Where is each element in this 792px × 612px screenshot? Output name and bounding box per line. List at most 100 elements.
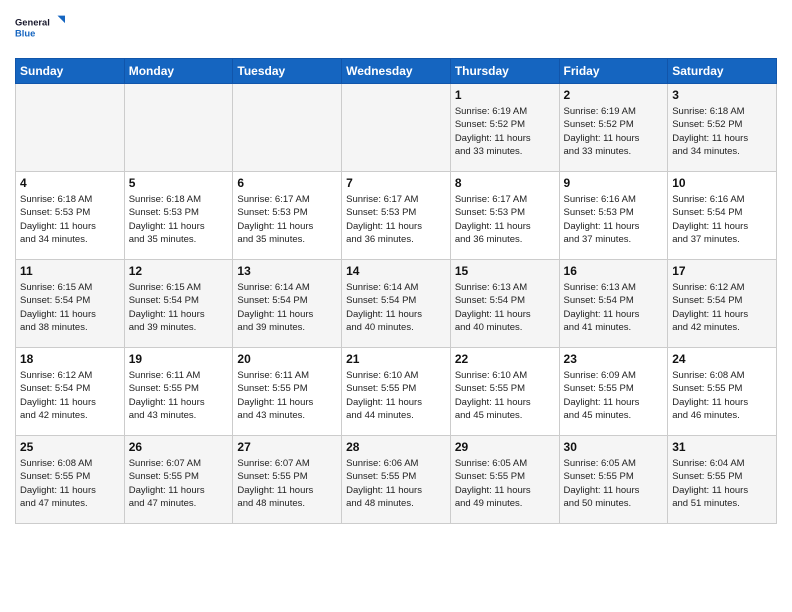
calendar-cell xyxy=(233,84,342,172)
calendar-cell: 19Sunrise: 6:11 AMSunset: 5:55 PMDayligh… xyxy=(124,348,233,436)
calendar-cell: 5Sunrise: 6:18 AMSunset: 5:53 PMDaylight… xyxy=(124,172,233,260)
cell-info: Daylight: 11 hours xyxy=(672,220,772,233)
calendar-cell: 3Sunrise: 6:18 AMSunset: 5:52 PMDaylight… xyxy=(668,84,777,172)
cell-info: Sunrise: 6:11 AM xyxy=(129,369,229,382)
calendar-cell: 22Sunrise: 6:10 AMSunset: 5:55 PMDayligh… xyxy=(450,348,559,436)
cell-info: Daylight: 11 hours xyxy=(20,220,120,233)
day-number: 6 xyxy=(237,175,337,191)
cell-info: Sunset: 5:55 PM xyxy=(129,470,229,483)
cell-info: Sunrise: 6:08 AM xyxy=(20,457,120,470)
col-header-sunday: Sunday xyxy=(16,59,125,84)
cell-info: Sunset: 5:55 PM xyxy=(564,470,664,483)
calendar-cell xyxy=(16,84,125,172)
day-number: 29 xyxy=(455,439,555,455)
cell-info: Sunrise: 6:13 AM xyxy=(564,281,664,294)
day-number: 26 xyxy=(129,439,229,455)
cell-info: Daylight: 11 hours xyxy=(346,396,446,409)
day-number: 8 xyxy=(455,175,555,191)
cell-info: and 43 minutes. xyxy=(129,409,229,422)
day-number: 20 xyxy=(237,351,337,367)
svg-text:General: General xyxy=(15,18,50,28)
cell-info: and 34 minutes. xyxy=(20,233,120,246)
day-number: 17 xyxy=(672,263,772,279)
cell-info: Sunset: 5:55 PM xyxy=(346,382,446,395)
cell-info: Daylight: 11 hours xyxy=(672,308,772,321)
cell-info: and 45 minutes. xyxy=(564,409,664,422)
cell-info: Daylight: 11 hours xyxy=(672,132,772,145)
week-row-5: 25Sunrise: 6:08 AMSunset: 5:55 PMDayligh… xyxy=(16,436,777,524)
calendar-cell: 17Sunrise: 6:12 AMSunset: 5:54 PMDayligh… xyxy=(668,260,777,348)
calendar-cell: 4Sunrise: 6:18 AMSunset: 5:53 PMDaylight… xyxy=(16,172,125,260)
cell-info: and 36 minutes. xyxy=(455,233,555,246)
col-header-tuesday: Tuesday xyxy=(233,59,342,84)
cell-info: and 41 minutes. xyxy=(564,321,664,334)
day-number: 10 xyxy=(672,175,772,191)
cell-info: Sunrise: 6:17 AM xyxy=(237,193,337,206)
cell-info: Daylight: 11 hours xyxy=(455,132,555,145)
cell-info: Sunset: 5:54 PM xyxy=(346,294,446,307)
day-number: 30 xyxy=(564,439,664,455)
calendar-cell: 9Sunrise: 6:16 AMSunset: 5:53 PMDaylight… xyxy=(559,172,668,260)
cell-info: Daylight: 11 hours xyxy=(346,308,446,321)
cell-info: and 47 minutes. xyxy=(20,497,120,510)
cell-info: Sunset: 5:55 PM xyxy=(237,470,337,483)
calendar-cell: 18 Sunrise: 6:12 AMSunset: 5:54 PMDayligh… xyxy=(16,348,125,436)
calendar-cell: 14Sunrise: 6:14 AMSunset: 5:54 PMDayligh… xyxy=(342,260,451,348)
header: General Blue xyxy=(15,10,777,50)
cell-info: Sunrise: 6:14 AM xyxy=(237,281,337,294)
cell-info: and 48 minutes. xyxy=(346,497,446,510)
calendar-cell: 10Sunrise: 6:16 AMSunset: 5:54 PMDayligh… xyxy=(668,172,777,260)
cell-info: and 36 minutes. xyxy=(346,233,446,246)
cell-info: Daylight: 11 hours xyxy=(129,220,229,233)
cell-info: and 39 minutes. xyxy=(129,321,229,334)
cell-info: Daylight: 11 hours xyxy=(129,484,229,497)
cell-info: Sunset: 5:55 PM xyxy=(672,470,772,483)
cell-info: Daylight: 11 hours xyxy=(20,484,120,497)
cell-info: Sunset: 5:55 PM xyxy=(564,382,664,395)
cell-info: Daylight: 11 hours xyxy=(20,396,120,409)
week-row-3: 11Sunrise: 6:15 AMSunset: 5:54 PMDayligh… xyxy=(16,260,777,348)
calendar-cell: 16Sunrise: 6:13 AMSunset: 5:54 PMDayligh… xyxy=(559,260,668,348)
cell-info: Sunrise: 6:19 AM xyxy=(564,105,664,118)
day-number: 21 xyxy=(346,351,446,367)
cell-info: and 51 minutes. xyxy=(672,497,772,510)
cell-info: Sunset: 5:55 PM xyxy=(237,382,337,395)
calendar-cell: 26 Sunrise: 6:07 AMSunset: 5:55 PMDayligh… xyxy=(124,436,233,524)
cell-info: Sunrise: 6:19 AM xyxy=(455,105,555,118)
cell-info: Sunset: 5:52 PM xyxy=(672,118,772,131)
calendar-cell: 6Sunrise: 6:17 AMSunset: 5:53 PMDaylight… xyxy=(233,172,342,260)
cell-info: Daylight: 11 hours xyxy=(129,308,229,321)
cell-info: Sunrise: 6:07 AM xyxy=(129,457,229,470)
calendar-cell: 1Sunrise: 6:19 AMSunset: 5:52 PMDaylight… xyxy=(450,84,559,172)
cell-info: and 37 minutes. xyxy=(672,233,772,246)
cell-info: Daylight: 11 hours xyxy=(346,484,446,497)
cell-info: Daylight: 11 hours xyxy=(672,396,772,409)
cell-info: Sunrise: 6:10 AM xyxy=(346,369,446,382)
cell-info: Sunrise: 6:12 AM xyxy=(672,281,772,294)
cell-info: Daylight: 11 hours xyxy=(564,308,664,321)
cell-info: Sunset: 5:54 PM xyxy=(564,294,664,307)
cell-info: Sunrise: 6:13 AM xyxy=(455,281,555,294)
cell-info: Sunset: 5:54 PM xyxy=(20,382,120,395)
cell-info: and 46 minutes. xyxy=(672,409,772,422)
calendar-cell: 8Sunrise: 6:17 AMSunset: 5:53 PMDaylight… xyxy=(450,172,559,260)
calendar-cell: 30Sunrise: 6:05 AMSunset: 5:55 PMDayligh… xyxy=(559,436,668,524)
cell-info: Daylight: 11 hours xyxy=(129,396,229,409)
cell-info: Sunset: 5:53 PM xyxy=(346,206,446,219)
calendar-cell: 24Sunrise: 6:08 AMSunset: 5:55 PMDayligh… xyxy=(668,348,777,436)
cell-info: Sunrise: 6:18 AM xyxy=(20,193,120,206)
cell-info: and 43 minutes. xyxy=(237,409,337,422)
cell-info: Daylight: 11 hours xyxy=(237,220,337,233)
cell-info: Daylight: 11 hours xyxy=(564,132,664,145)
day-number: 18 xyxy=(20,351,120,367)
day-number: 14 xyxy=(346,263,446,279)
cell-info: Sunset: 5:52 PM xyxy=(564,118,664,131)
cell-info: Sunrise: 6:05 AM xyxy=(564,457,664,470)
cell-info: Daylight: 11 hours xyxy=(455,308,555,321)
calendar-cell: 28Sunrise: 6:06 AMSunset: 5:55 PMDayligh… xyxy=(342,436,451,524)
cell-info: Sunrise: 6:12 AM xyxy=(20,369,120,382)
day-number: 9 xyxy=(564,175,664,191)
cell-info: Sunset: 5:54 PM xyxy=(20,294,120,307)
cell-info: Daylight: 11 hours xyxy=(455,220,555,233)
cell-info: and 35 minutes. xyxy=(129,233,229,246)
